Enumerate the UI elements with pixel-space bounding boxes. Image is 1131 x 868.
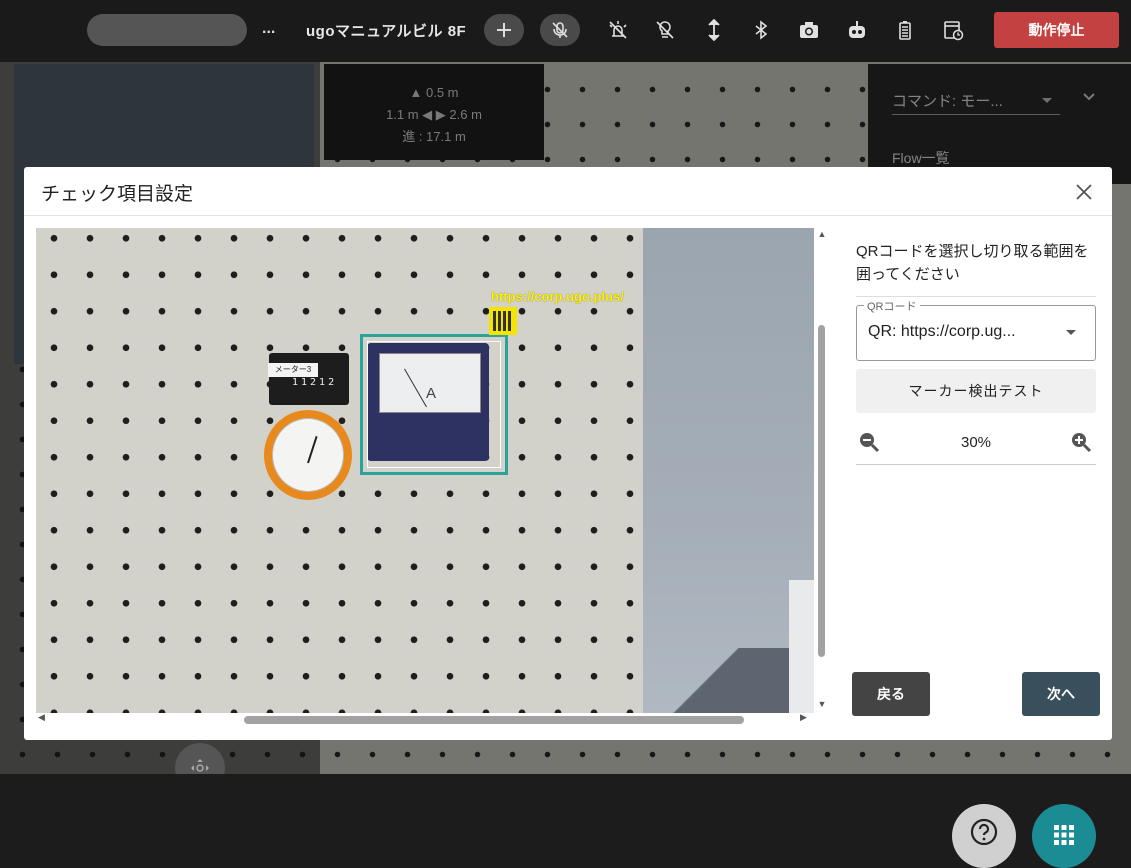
- scroll-down-arrow[interactable]: ▼: [816, 699, 828, 711]
- light-off-icon[interactable]: [604, 16, 632, 44]
- mic-off-icon[interactable]: [540, 14, 580, 46]
- counter-meter-label: メーター3: [268, 363, 318, 377]
- next-button[interactable]: 次へ: [1022, 672, 1100, 716]
- analog-gauge-face: [272, 418, 344, 492]
- emergency-stop-button[interactable]: 動作停止: [994, 12, 1119, 48]
- robot-name: ugoマニュアルビル 8F: [306, 23, 467, 40]
- zoom-level: 30%: [960, 434, 992, 451]
- updown-arrow-icon[interactable]: [700, 16, 728, 44]
- back-button[interactable]: 戻る: [852, 672, 930, 716]
- robot-icon[interactable]: [843, 16, 871, 44]
- instruction-text: QRコードを選択し切り取る範囲を囲ってください: [856, 243, 1089, 283]
- zoom-in-icon[interactable]: [1070, 431, 1094, 455]
- search-pill[interactable]: [87, 14, 247, 46]
- check-item-settings-dialog: チェック項目設定 メーター3 11212 A https://corp.ugo.…: [24, 167, 1112, 740]
- dialog-header: チェック項目設定: [24, 167, 1112, 216]
- camera-icon[interactable]: [795, 16, 823, 44]
- help-icon[interactable]: [952, 804, 1016, 868]
- vertical-scrollbar-thumb[interactable]: [818, 325, 825, 657]
- horizontal-scrollbar-thumb[interactable]: [244, 716, 744, 724]
- qr-code-select-value: QR: https://corp.ug...: [868, 323, 1016, 340]
- counter-meter-digits: 11212: [292, 377, 338, 388]
- scroll-right-arrow[interactable]: ▶: [800, 712, 807, 723]
- dialog-title: チェック項目設定: [41, 184, 194, 205]
- selection-box-inner: [367, 341, 501, 468]
- battery-icon[interactable]: [891, 16, 919, 44]
- qr-code-select-label: QRコード: [864, 298, 920, 314]
- top-toolbar: ... ugoマニュアルビル 8F 動作停止: [0, 0, 1131, 62]
- marker-detect-test-button[interactable]: マーカー検出テスト: [856, 369, 1096, 413]
- scroll-left-arrow[interactable]: ◀: [38, 712, 45, 723]
- history-icon[interactable]: [939, 16, 967, 44]
- grid-icon[interactable]: [1032, 804, 1096, 868]
- more-ellipsis[interactable]: ...: [262, 20, 275, 38]
- add-icon[interactable]: [484, 14, 524, 46]
- close-icon[interactable]: [1072, 180, 1096, 204]
- lightbulb-off-icon[interactable]: [651, 16, 679, 44]
- bluetooth-icon[interactable]: [747, 16, 775, 44]
- zoom-out-icon[interactable]: [858, 431, 882, 455]
- dropdown-caret-icon[interactable]: [1066, 330, 1076, 335]
- scroll-up-arrow[interactable]: ▲: [816, 229, 828, 241]
- qr-detected-text: https://corp.ugo.plus/: [491, 289, 624, 304]
